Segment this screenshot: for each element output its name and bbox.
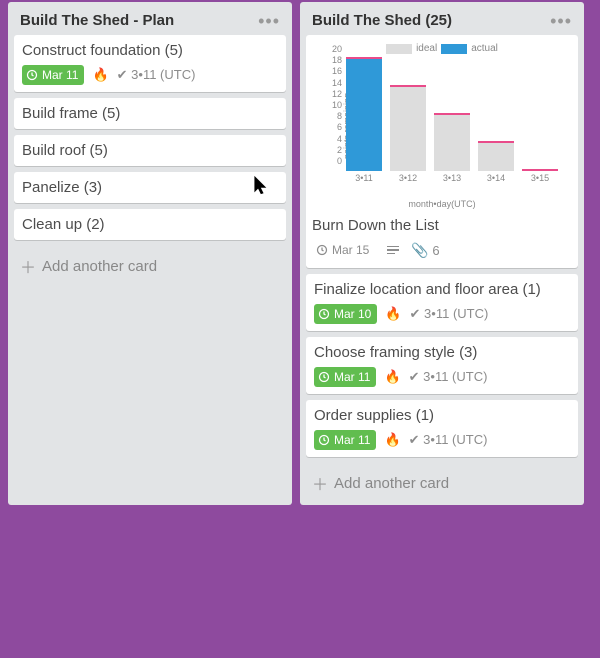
list-menu-icon[interactable]: ••• bbox=[550, 17, 572, 25]
due-date-text: Mar 10 bbox=[334, 307, 371, 321]
attachments-count: 6 bbox=[432, 243, 439, 258]
card[interactable]: Build frame (5) bbox=[14, 98, 286, 129]
done-text: ✔ 3•11 (UTC) bbox=[117, 67, 196, 83]
badge-row: Mar 11 🔥 ✔ 3•11 (UTC) bbox=[314, 430, 570, 450]
card[interactable]: Order supplies (1) Mar 11 🔥 ✔ 3•11 (UTC) bbox=[306, 400, 578, 457]
list-progress: Build The Shed (25) ••• ideal actual poi… bbox=[300, 2, 584, 505]
list-title[interactable]: Build The Shed - Plan bbox=[20, 12, 174, 29]
paperclip-icon: 📎 bbox=[411, 242, 428, 258]
card[interactable]: Choose framing style (3) Mar 11 🔥 ✔ 3•11… bbox=[306, 337, 578, 394]
add-card-button[interactable]: ＋ Add another card bbox=[306, 463, 578, 497]
card-title: Burn Down the List bbox=[312, 217, 572, 234]
x-ticks: 3•113•123•133•143•15 bbox=[342, 173, 562, 185]
due-date-text: Mar 11 bbox=[42, 68, 78, 82]
list-title[interactable]: Build The Shed (25) bbox=[312, 12, 452, 29]
list-menu-icon[interactable]: ••• bbox=[258, 17, 280, 25]
board: Build The Shed - Plan ••• Construct foun… bbox=[0, 0, 600, 505]
clock-icon bbox=[318, 434, 330, 446]
clock-icon bbox=[316, 244, 328, 256]
legend-label-ideal: ideal bbox=[416, 43, 437, 54]
clock-icon bbox=[26, 69, 38, 81]
card-title: Clean up (2) bbox=[22, 216, 278, 233]
badge-row: Mar 15 📎 6 bbox=[312, 240, 572, 260]
card[interactable]: Panelize (3) bbox=[14, 172, 286, 203]
x-axis-label: month•day(UTC) bbox=[312, 199, 572, 209]
badge-row: Mar 11 🔥 ✔ 3•11 (UTC) bbox=[22, 65, 278, 85]
fire-icon: 🔥 bbox=[385, 306, 401, 322]
done-text: ✔ 3•11 (UTC) bbox=[410, 306, 489, 322]
badge-row: Mar 11 🔥 ✔ 3•11 (UTC) bbox=[314, 367, 570, 387]
list-header: Build The Shed (25) ••• bbox=[306, 8, 578, 35]
due-date-badge[interactable]: Mar 15 bbox=[312, 240, 375, 260]
card[interactable]: Finalize location and floor area (1) Mar… bbox=[306, 274, 578, 331]
due-date-badge[interactable]: Mar 11 bbox=[22, 65, 84, 85]
card-title: Panelize (3) bbox=[22, 179, 278, 196]
card[interactable]: Construct foundation (5) Mar 11 🔥 ✔ 3•11… bbox=[14, 35, 286, 92]
plus-icon: ＋ bbox=[312, 471, 328, 495]
fire-icon: 🔥 bbox=[384, 369, 400, 385]
card-title: Order supplies (1) bbox=[314, 407, 570, 424]
card[interactable]: Build roof (5) bbox=[14, 135, 286, 166]
legend-swatch-actual bbox=[441, 44, 467, 54]
add-card-label: Add another card bbox=[42, 258, 157, 275]
plus-icon: ＋ bbox=[20, 254, 36, 278]
due-date-badge[interactable]: Mar 10 bbox=[314, 304, 377, 324]
legend-label-actual: actual bbox=[471, 43, 498, 54]
clock-icon bbox=[318, 371, 330, 383]
list-header: Build The Shed - Plan ••• bbox=[14, 8, 286, 35]
done-text: ✔ 3•11 (UTC) bbox=[409, 369, 488, 385]
burndown-card[interactable]: ideal actual points remaining 0246810121… bbox=[306, 35, 578, 268]
badge-row: Mar 10 🔥 ✔ 3•11 (UTC) bbox=[314, 304, 570, 324]
due-date-text: Mar 11 bbox=[334, 370, 370, 384]
legend-swatch-ideal bbox=[386, 44, 412, 54]
done-text: ✔ 3•11 (UTC) bbox=[409, 432, 488, 448]
card-title: Finalize location and floor area (1) bbox=[314, 281, 570, 298]
due-date-badge[interactable]: Mar 11 bbox=[314, 430, 376, 450]
card-title: Construct foundation (5) bbox=[22, 42, 278, 59]
due-date-badge[interactable]: Mar 11 bbox=[314, 367, 376, 387]
fire-icon: 🔥 bbox=[92, 67, 108, 83]
attachments-badge: 📎 6 bbox=[411, 242, 439, 259]
chart-legend: ideal actual bbox=[312, 41, 572, 54]
card[interactable]: Clean up (2) bbox=[14, 209, 286, 240]
add-card-label: Add another card bbox=[334, 475, 449, 492]
list-plan: Build The Shed - Plan ••• Construct foun… bbox=[8, 2, 292, 505]
add-card-button[interactable]: ＋ Add another card bbox=[14, 246, 286, 280]
due-date-text: Mar 15 bbox=[332, 243, 369, 257]
fire-icon: 🔥 bbox=[384, 432, 400, 448]
description-icon bbox=[387, 246, 399, 255]
due-date-text: Mar 11 bbox=[334, 433, 370, 447]
chart-body bbox=[342, 59, 562, 171]
y-ticks: 02468101214161820 bbox=[328, 59, 342, 171]
clock-icon bbox=[318, 308, 330, 320]
card-title: Build roof (5) bbox=[22, 142, 278, 159]
burndown-chart: ideal actual points remaining 0246810121… bbox=[312, 41, 572, 211]
card-title: Build frame (5) bbox=[22, 105, 278, 122]
card-title: Choose framing style (3) bbox=[314, 344, 570, 361]
